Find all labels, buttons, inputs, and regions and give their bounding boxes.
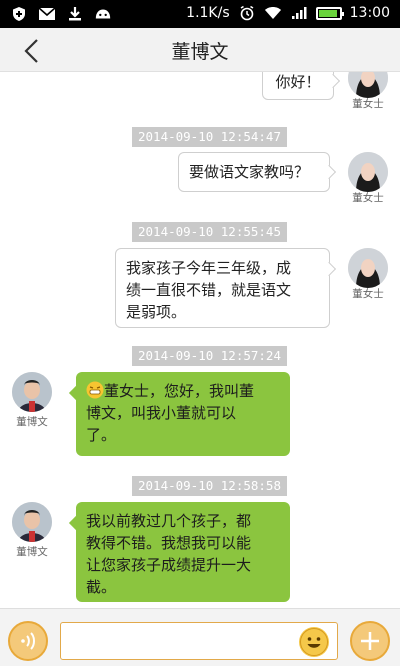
message-text-line: 截。 [86,578,117,596]
message-text: 要做语文家教吗？ [189,163,310,181]
mail-icon [38,5,56,23]
message-text-line: 教得不错。我想我可以能 [86,534,252,552]
avatar [348,248,388,288]
message-bubble: 我家孩子今年三年级，成 绩一直很不错，就是语文 是弱项。 [115,248,330,328]
add-attachment-button[interactable] [350,621,390,661]
message-input[interactable] [60,622,338,660]
avatar [12,372,52,412]
avatar [12,502,52,542]
message-text-line: 了。 [86,426,117,444]
message-text-line: 董女士，您好，我叫董 [104,382,255,400]
chat-messages: 你好！ 董女士 2014-09-10 12:54:47 要做语文家教吗？ 董女士… [0,72,400,608]
message-timestamp: 2014-09-10 12:58:58 [132,476,287,496]
message-text-line: 我家孩子今年三年级，成 [126,259,292,277]
network-speed: 1.1K/s [186,5,230,21]
message-bubble: 我以前教过几个孩子，都 教得不错。我想我可以能 让您家孩子成绩提升一大 截。 [76,502,290,602]
clock: 13:00 [349,5,390,21]
sender-name: 董博文 [16,546,48,558]
message-text-line: 让您家孩子成绩提升一大 [86,556,252,574]
page-title: 董博文 [171,41,229,63]
voice-input-button[interactable] [8,621,48,661]
message-timestamp: 2014-09-10 12:54:47 [132,127,287,147]
sender-name: 董女士 [352,98,384,110]
alarm-icon [238,4,256,22]
message-text-line: 绩一直很不错，就是语文 [126,281,292,299]
avatar [348,152,388,192]
download-icon [66,5,84,23]
wifi-icon [264,4,282,22]
sender-name: 董博文 [16,416,48,428]
message-text-line: 博文，叫我小董就可以 [86,404,237,422]
sender-name: 董女士 [352,288,384,300]
status-bar: 1.1K/s 13:00 [0,0,400,28]
message-timestamp: 2014-09-10 12:57:24 [132,346,287,366]
plus-icon [361,632,379,650]
message-text-line: 我以前教过几个孩子，都 [86,512,252,530]
message-text: 你好！ [275,73,321,91]
message-bubble: 你好！ [262,72,334,100]
input-bar [0,608,400,666]
chat-header: 董博文 [0,28,400,72]
android-icon [94,5,112,23]
sender-name: 董女士 [352,192,384,204]
message-bubble: 要做语文家教吗？ [178,152,330,192]
grin-emoji-icon [86,381,104,399]
shield-plus-icon [10,5,28,23]
signal-icon [290,4,308,22]
emoji-button[interactable] [299,627,329,657]
smiley-icon [300,628,328,656]
message-bubble: 董女士，您好，我叫董 博文，叫我小董就可以 了。 [76,372,290,456]
avatar [348,72,388,98]
message-text-line: 是弱项。 [126,303,187,321]
voice-icon [21,632,35,650]
message-timestamp: 2014-09-10 12:55:45 [132,222,287,242]
battery-icon [315,6,344,20]
